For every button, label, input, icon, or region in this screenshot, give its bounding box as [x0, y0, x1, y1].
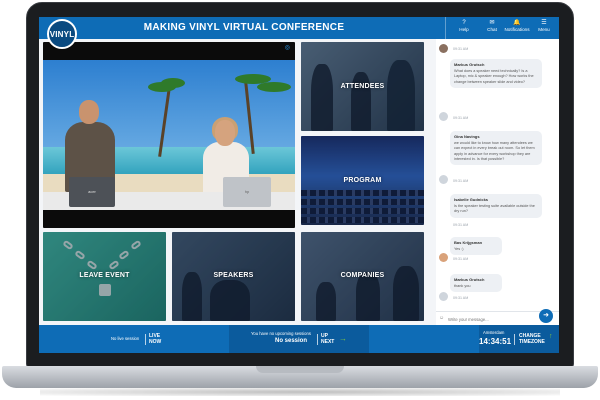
menu-label: Menu — [538, 27, 550, 32]
live-video-player[interactable]: acer hp ◎ — [43, 42, 295, 228]
companies-tile[interactable]: COMPANIES — [301, 232, 424, 321]
arrow-up-icon: ↑ — [549, 333, 553, 340]
separator — [145, 334, 146, 345]
bottom-status-bar: No live session LIVE NOW You have no upc… — [39, 325, 559, 353]
chat-label: Chat — [487, 27, 497, 32]
laptop-screen: MAKING VINYL VIRTUAL CONFERENCE ? Help ✉… — [39, 17, 559, 353]
avatar — [439, 175, 448, 184]
program-tile[interactable]: PROGRAM — [301, 136, 424, 225]
avatar — [439, 253, 448, 262]
message-time: 09:31 AM — [453, 223, 469, 227]
message-text: thank you — [454, 284, 471, 288]
message-time: 09:31 AM — [453, 47, 469, 51]
message-time: 09:31 AM — [453, 296, 469, 300]
top-navigation-bar: MAKING VINYL VIRTUAL CONFERENCE ? Help ✉… — [39, 17, 559, 39]
emoji-icon[interactable]: ☺ — [439, 315, 444, 321]
laptop-shadow — [40, 388, 560, 396]
help-label: Help — [459, 27, 469, 32]
speakers-tile[interactable]: SPEAKERS — [172, 232, 295, 321]
attendees-label: ATTENDEES — [340, 83, 385, 90]
presenter-man-head — [79, 100, 99, 124]
nav-divider — [445, 17, 446, 39]
upcoming-value: No session — [275, 338, 308, 344]
hp-brand: hp — [244, 189, 250, 194]
message-author: Markus Grutsch — [454, 277, 485, 282]
chat-message: Isabelle Gudnicks Is the speaker testing… — [450, 194, 542, 218]
upcoming-caption: You have no upcoming sessions — [251, 331, 311, 336]
chat-panel: 09:31 AM Markus Grutsch What does a spea… — [436, 39, 559, 325]
message-time: 09:31 AM — [453, 116, 469, 120]
message-text: Yes :) — [454, 247, 464, 251]
live-now-line2: NOW — [149, 339, 162, 345]
avatar — [439, 292, 448, 301]
timezone-section: Amsterdam 14:34:51 CHANGE TIMEZONE ↑ — [479, 325, 559, 353]
timezone-city: Amsterdam — [483, 330, 505, 335]
chat-input-bar: ☺ ➜ — [436, 309, 559, 325]
avatar — [439, 44, 448, 53]
message-author: Markus Grutsch — [454, 62, 485, 67]
arrow-right-icon: → — [339, 334, 347, 343]
leave-event-tile[interactable]: LEAVE EVENT — [43, 232, 166, 321]
separator — [514, 334, 515, 345]
leave-event-label: LEAVE EVENT — [79, 272, 130, 279]
laptop-hp: hp — [223, 177, 271, 207]
presenter-woman-head — [215, 120, 235, 146]
notifications-label: Notifications — [504, 27, 530, 32]
laptop-notch — [256, 366, 344, 373]
menu-button[interactable]: ☰ Menu — [529, 19, 559, 37]
chat-message: Gina Navings we would like to know how m… — [450, 131, 542, 166]
message-text: Is the speaker testing suite available o… — [454, 204, 535, 214]
up-next-line2: NEXT — [321, 339, 335, 345]
program-label: PROGRAM — [343, 177, 382, 184]
page-title: MAKING VINYL VIRTUAL CONFERENCE — [143, 22, 345, 33]
message-time: 09:31 AM — [453, 257, 469, 261]
chat-message-input[interactable] — [448, 315, 528, 323]
message-text: we would like to know how many attendees… — [454, 141, 535, 161]
message-text: What does a speaker need technically? Is… — [454, 69, 534, 84]
no-live-session-text: No live session — [111, 336, 140, 341]
upcoming-section: You have no upcoming sessions No session… — [229, 325, 369, 353]
acer-brand: acer — [88, 189, 96, 194]
vinyl-logo[interactable]: VINYL — [47, 19, 77, 49]
arrow-right-icon: ➜ — [543, 312, 549, 319]
palm-leaves — [257, 82, 291, 92]
current-time: 14:34:51 — [479, 337, 512, 346]
chat-message: Bas Krijgsman Yes :) — [450, 237, 502, 256]
hamburger-icon: ☰ — [541, 20, 547, 26]
companies-label: COMPANIES — [340, 272, 385, 279]
separator — [317, 334, 318, 345]
main-content: acer hp ◎ ATTENDEES PROGRAM LEAVE EVENT … — [39, 39, 434, 325]
message-author: Isabelle Gudnicks — [454, 197, 489, 202]
message-author: Bas Krijgsman — [454, 240, 483, 245]
speakers-label: SPEAKERS — [213, 272, 254, 279]
palm-leaves — [161, 78, 185, 88]
avatar — [439, 112, 448, 121]
message-time: 09:31 AM — [453, 179, 469, 183]
laptop-acer: acer — [69, 177, 115, 207]
fullscreen-icon[interactable]: ◎ — [285, 44, 290, 51]
send-button[interactable]: ➜ — [539, 309, 553, 323]
chat-message: Markus Grutsch What does a speaker need … — [450, 59, 542, 88]
message-author: Gina Navings — [454, 134, 480, 139]
change-timezone-line2: TIMEZONE — [519, 339, 545, 345]
chat-message: Markus Grutsch thank you — [450, 274, 502, 293]
attendees-tile[interactable]: ATTENDEES — [301, 42, 424, 131]
logo-text: VINYL — [49, 29, 75, 39]
